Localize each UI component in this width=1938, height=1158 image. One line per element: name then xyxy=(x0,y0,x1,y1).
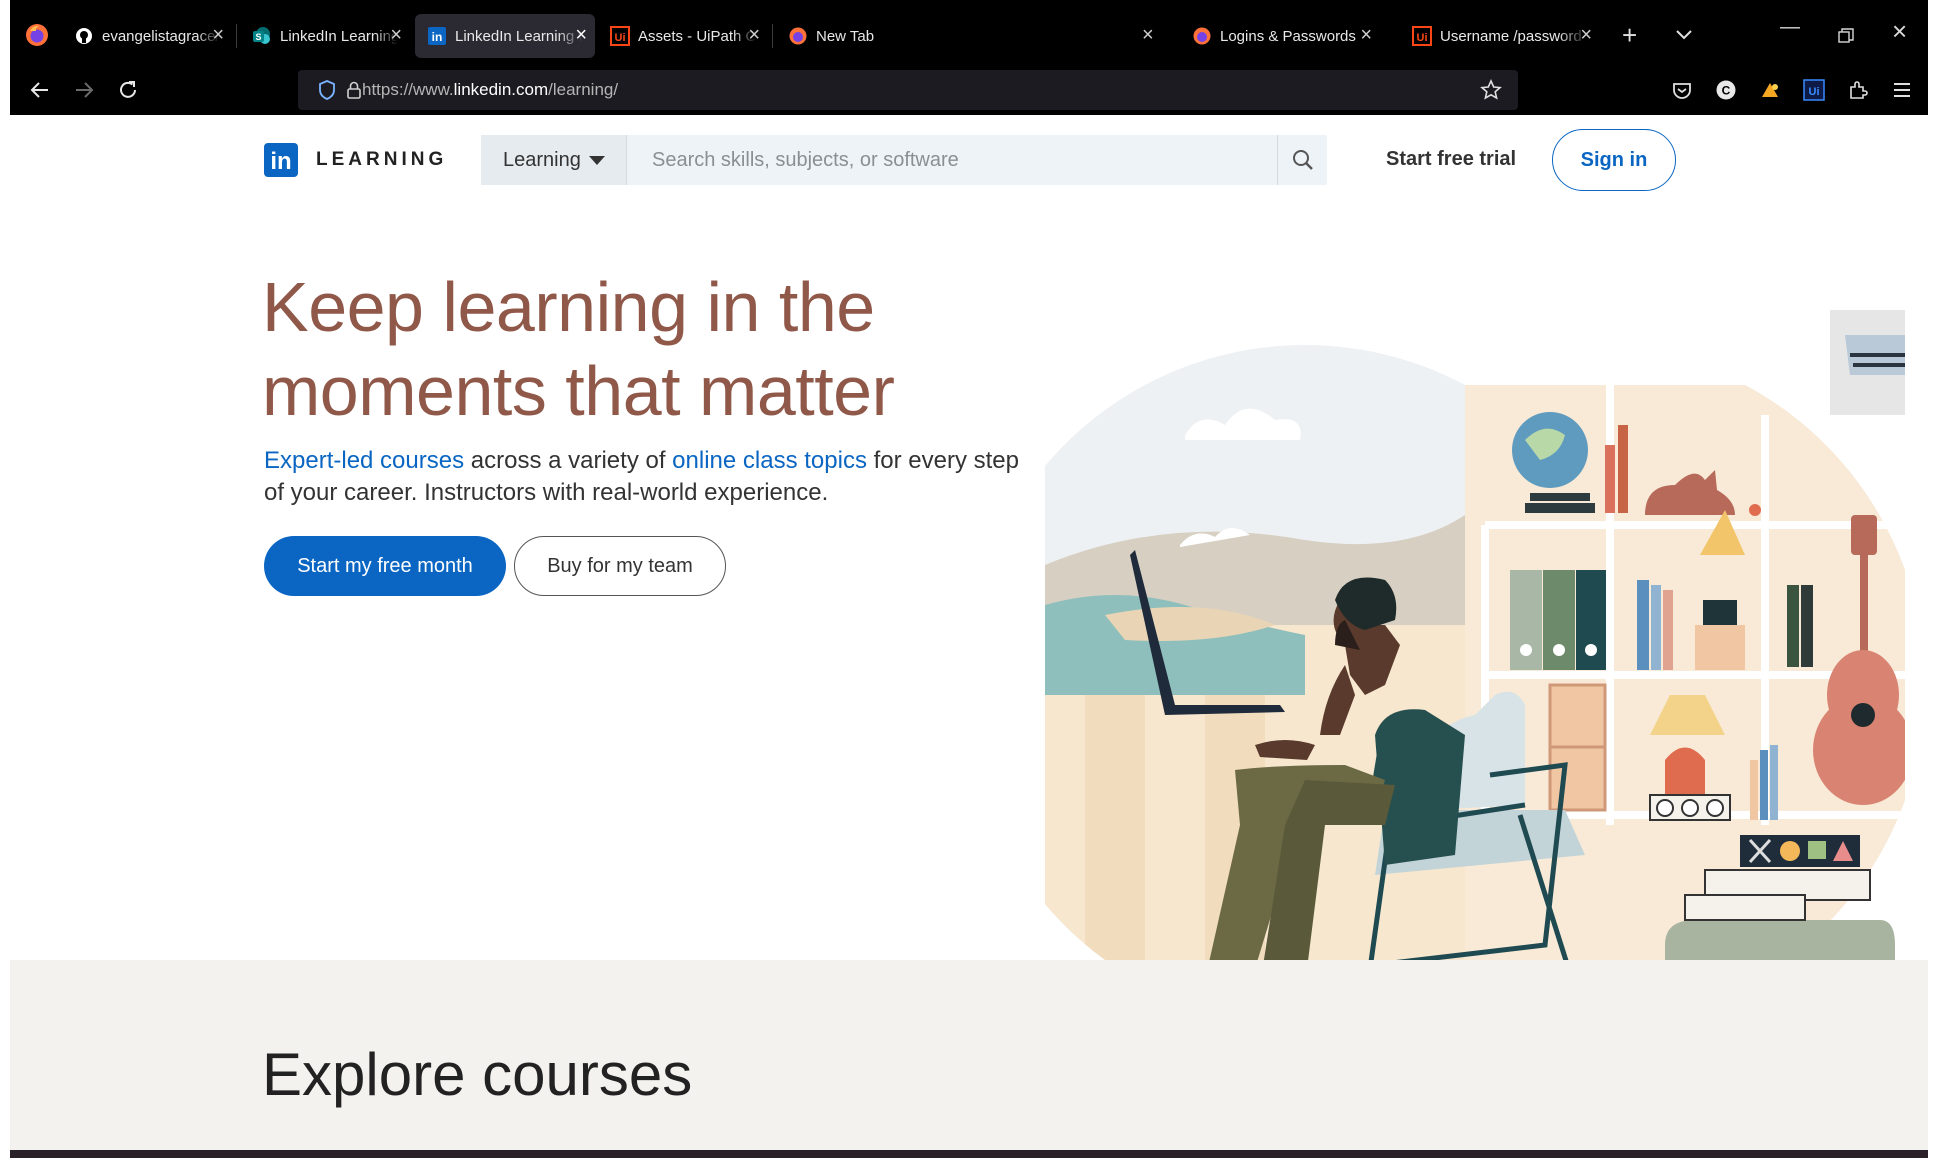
url-prefix: https://www. xyxy=(362,80,454,99)
hamburger-menu-icon[interactable] xyxy=(1888,76,1916,104)
search-bar: Learning xyxy=(481,135,1327,185)
lock-icon[interactable] xyxy=(346,80,362,100)
tab-title: LinkedIn Learning with xyxy=(455,27,583,45)
pocket-icon[interactable] xyxy=(1668,76,1696,104)
url-text[interactable]: https://www.linkedin.com/learning/ xyxy=(362,80,618,100)
restore-icon[interactable] xyxy=(1838,28,1854,44)
url-path: /learning/ xyxy=(548,80,619,99)
online-class-topics-link[interactable]: online class topics xyxy=(672,447,867,474)
close-tab-icon[interactable]: × xyxy=(1142,24,1154,46)
close-tab-icon[interactable]: × xyxy=(390,24,402,46)
close-tab-icon[interactable]: × xyxy=(1360,24,1372,46)
tab-bar: evangelistagrace/lltr × S LinkedIn Learn… xyxy=(10,0,1928,64)
svg-text:in: in xyxy=(432,30,443,44)
tab-title: evangelistagrace/lltr xyxy=(102,27,220,45)
bookmark-star-icon[interactable] xyxy=(1480,79,1502,101)
search-button[interactable] xyxy=(1277,135,1327,185)
sign-in-button[interactable]: Sign in xyxy=(1552,129,1676,191)
linkedin-icon: in xyxy=(427,26,447,46)
tracking-protection-shield-icon[interactable] xyxy=(318,80,336,100)
explore-courses-heading: Explore courses xyxy=(262,1041,693,1108)
close-tab-icon[interactable]: × xyxy=(575,24,587,46)
tab-github[interactable]: evangelistagrace/lltr × xyxy=(62,14,232,58)
sharepoint-icon: S xyxy=(252,26,272,46)
search-category-dropdown[interactable]: Learning xyxy=(481,135,627,185)
tab-linkedin-tracking[interactable]: S LinkedIn Learning Tra × xyxy=(240,14,410,58)
extension-c-icon[interactable]: C xyxy=(1712,76,1740,104)
url-domain: linkedin.com xyxy=(453,80,549,99)
browser-chrome: evangelistagrace/lltr × S LinkedIn Learn… xyxy=(10,0,1928,115)
tab-logins-passwords[interactable]: Logins & Passwords × xyxy=(1180,14,1380,58)
svg-text:Ui: Ui xyxy=(615,32,626,44)
search-icon xyxy=(1292,150,1313,170)
firefox-menu-icon[interactable] xyxy=(24,22,50,48)
tab-title: LinkedIn Learning Tra xyxy=(280,27,398,45)
navigation-bar: https://www.linkedin.com/learning/ C Ui xyxy=(10,64,1928,115)
tab-linkedin-learning[interactable]: in LinkedIn Learning with × xyxy=(415,14,595,58)
tab-new-tab[interactable]: New Tab × xyxy=(776,14,1176,58)
uipath-icon: Ui xyxy=(1412,26,1432,46)
tab-title: Username /password xyxy=(1440,27,1582,45)
tab-uipath-username[interactable]: Ui Username /password × xyxy=(1400,14,1600,58)
close-window-icon[interactable]: × xyxy=(1892,16,1907,47)
list-all-tabs-icon[interactable] xyxy=(1674,28,1694,42)
site-header: in LEARNING Learning Start free trial Si… xyxy=(10,115,1928,205)
logo-wordmark: LEARNING xyxy=(316,149,448,170)
hero-subheadline: Expert-led courses across a variety of o… xyxy=(264,445,1024,509)
extension-uipath-icon[interactable]: Ui xyxy=(1800,76,1828,104)
reload-icon[interactable] xyxy=(114,76,142,104)
web-page: in LEARNING Learning Start free trial Si… xyxy=(10,115,1928,1158)
new-tab-icon[interactable]: + xyxy=(1622,22,1637,48)
tab-separator xyxy=(236,24,237,48)
svg-text:Ui: Ui xyxy=(1809,86,1820,98)
start-free-month-button[interactable]: Start my free month xyxy=(264,536,506,596)
tab-separator xyxy=(772,24,773,48)
linkedin-in-logo-icon: in xyxy=(264,143,298,177)
svg-text:Ui: Ui xyxy=(1417,32,1428,44)
search-input[interactable] xyxy=(628,135,1268,185)
minimize-icon[interactable]: — xyxy=(1780,16,1800,39)
hero-headline-line1: Keep learning in the xyxy=(262,268,875,346)
start-free-trial-link[interactable]: Start free trial xyxy=(1386,148,1516,171)
tab-uipath-assets[interactable]: Ui Assets - UiPath Orches × xyxy=(598,14,768,58)
firefox-icon xyxy=(1192,26,1212,46)
tab-title: Logins & Passwords xyxy=(1220,27,1356,45)
forward-icon[interactable] xyxy=(70,76,98,104)
hero-headline: Keep learning in the moments that matter xyxy=(262,265,1022,433)
extensions-puzzle-icon[interactable] xyxy=(1844,76,1872,104)
hero-sub-text: across a variety of xyxy=(464,447,673,474)
hero-headline-line2: moments that matter xyxy=(262,352,895,430)
extension-honey-icon[interactable] xyxy=(1756,76,1784,104)
buy-for-team-button[interactable]: Buy for my team xyxy=(514,536,726,596)
caret-down-icon xyxy=(588,155,605,165)
search-category-label: Learning xyxy=(503,148,581,171)
svg-text:C: C xyxy=(1722,84,1731,98)
svg-text:S: S xyxy=(255,32,261,42)
tab-title: New Tab xyxy=(816,27,875,45)
url-bar[interactable]: https://www.linkedin.com/learning/ xyxy=(298,70,1518,110)
close-tab-icon[interactable]: × xyxy=(1580,24,1592,46)
uipath-icon: Ui xyxy=(610,26,630,46)
expert-led-courses-link[interactable]: Expert-led courses xyxy=(264,447,464,474)
course-carousel-edge xyxy=(10,1150,1928,1158)
close-tab-icon[interactable]: × xyxy=(212,24,224,46)
tab-title: Assets - UiPath Orches xyxy=(638,27,756,45)
explore-courses-section: Explore courses xyxy=(10,960,1928,1158)
close-tab-icon[interactable]: × xyxy=(748,24,760,46)
firefox-icon xyxy=(788,26,808,46)
github-icon xyxy=(74,26,94,46)
hero-illustration xyxy=(1045,310,1905,1047)
linkedin-learning-logo[interactable]: in LEARNING xyxy=(264,143,447,177)
back-icon[interactable] xyxy=(26,76,54,104)
